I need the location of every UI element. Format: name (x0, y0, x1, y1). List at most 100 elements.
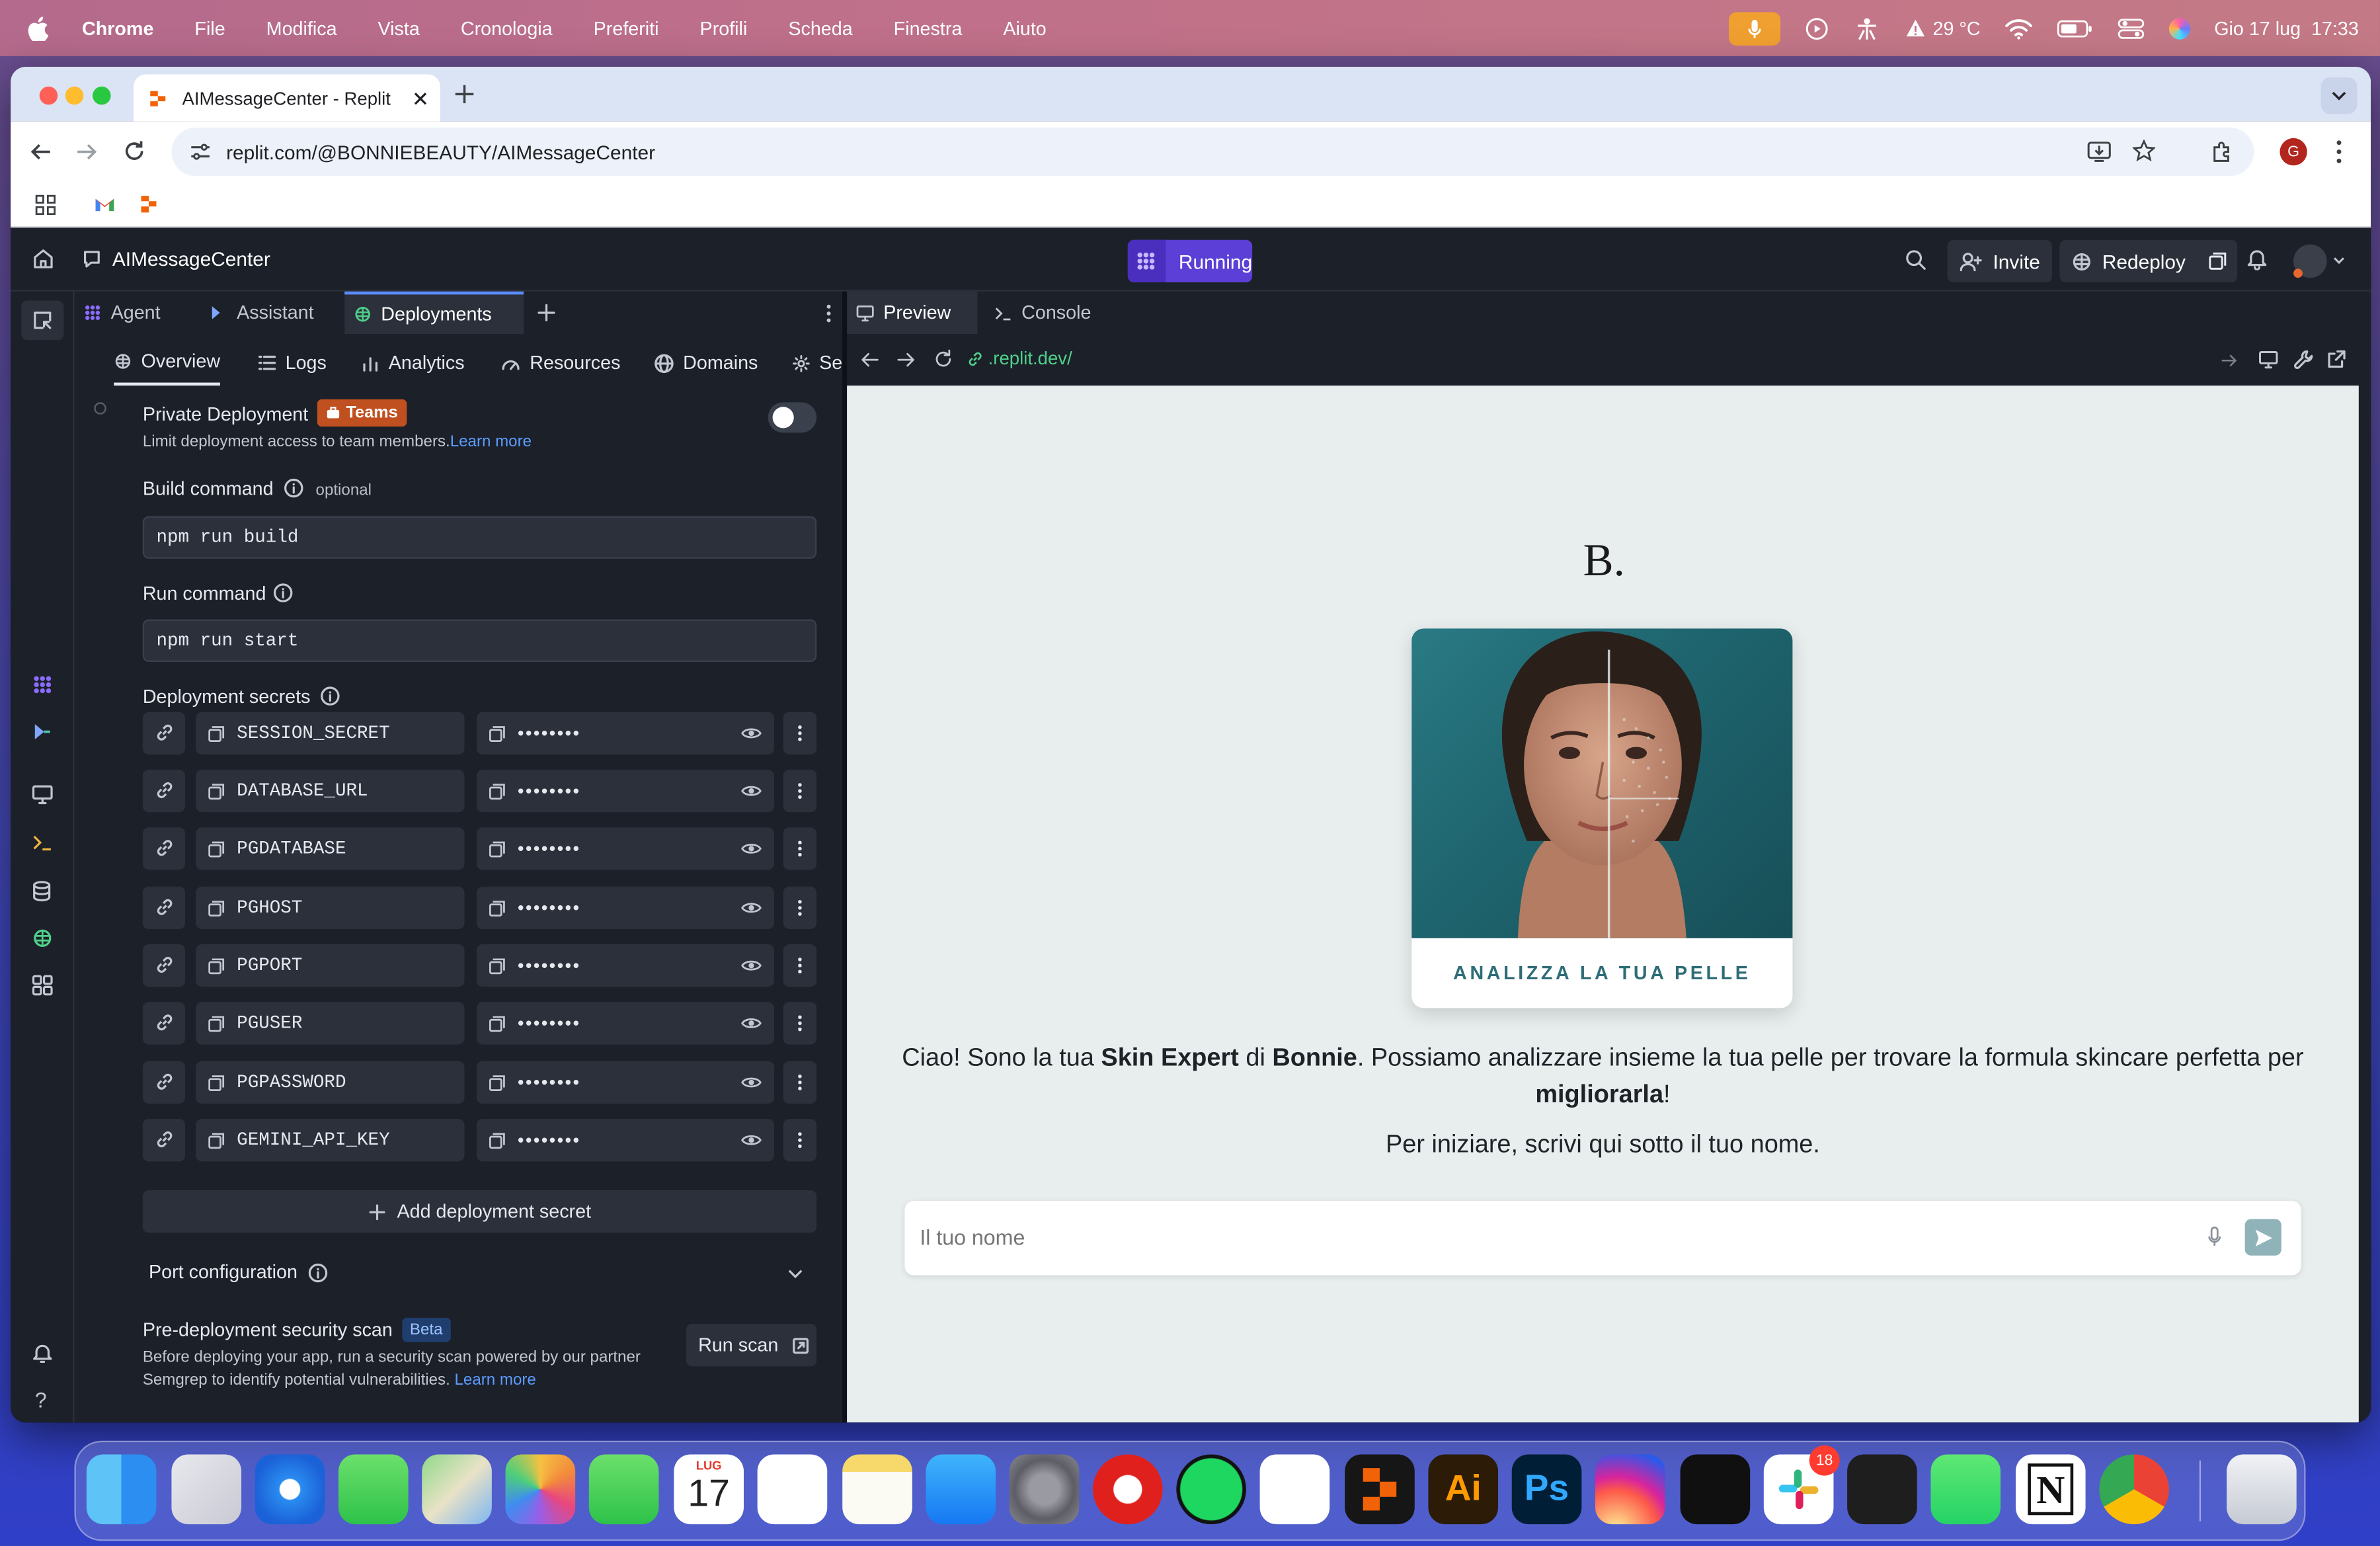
secret-key-field[interactable]: GEMINI_API_KEY (196, 1119, 465, 1162)
apps-grid-icon[interactable] (35, 194, 56, 216)
copy-key-icon[interactable] (208, 1074, 225, 1090)
threads-icon[interactable] (1680, 1454, 1751, 1525)
secret-menu-button[interactable] (783, 944, 817, 987)
help-icon[interactable]: ? (35, 1387, 47, 1412)
port-configuration-header[interactable]: Port configuration (143, 1251, 816, 1297)
all-tools-icon[interactable] (32, 975, 53, 996)
notes-icon[interactable] (842, 1454, 912, 1525)
run-status-button[interactable]: Running (1127, 239, 1253, 283)
install-app-icon[interactable] (2087, 142, 2112, 163)
copy-value-icon[interactable] (489, 1074, 505, 1090)
copy-key-icon[interactable] (208, 1132, 225, 1149)
reminders-icon[interactable] (757, 1454, 828, 1525)
subtab-overview[interactable]: Overview (114, 340, 221, 386)
link-secret-button[interactable] (142, 1119, 186, 1162)
reveal-eye-icon[interactable] (740, 841, 762, 856)
reveal-eye-icon[interactable] (740, 1016, 762, 1031)
clock-datetime[interactable]: Gio 17 lug 17:33 (2214, 17, 2359, 38)
apple-icon[interactable] (27, 16, 49, 40)
bookmark-star-icon[interactable] (2132, 140, 2156, 162)
microphone-status-icon[interactable] (1729, 11, 1781, 45)
redeploy-options-icon[interactable] (2209, 252, 2227, 270)
copy-value-icon[interactable] (489, 1132, 505, 1149)
photoshop-icon[interactable]: Ps (1511, 1454, 1582, 1525)
invite-button[interactable]: Invite (1947, 239, 2053, 283)
link-secret-button[interactable] (142, 827, 186, 870)
accessibility-icon[interactable] (1854, 16, 1881, 40)
skin-analysis-card[interactable]: ANALIZZA LA TUA PELLE (1411, 628, 1793, 1008)
menu-file[interactable]: File (194, 17, 225, 38)
deployments-tool-icon[interactable] (32, 928, 53, 949)
chrome-menu-icon[interactable] (2336, 140, 2342, 164)
copy-key-icon[interactable] (208, 840, 225, 857)
reload-icon[interactable] (123, 140, 145, 162)
preview-back-icon[interactable] (861, 350, 879, 369)
copy-key-icon[interactable] (208, 725, 225, 741)
calendar-icon[interactable]: LUG 17 (674, 1454, 744, 1525)
replit-icon[interactable] (1345, 1454, 1415, 1525)
database-tool-icon[interactable] (32, 881, 52, 902)
forward-arrow-icon[interactable] (76, 142, 97, 163)
system-settings-icon[interactable] (1009, 1454, 1080, 1525)
secret-value-field[interactable]: •••••••• (476, 1002, 774, 1045)
secret-key-field[interactable]: DATABASE_URL (196, 770, 465, 813)
trash-icon[interactable] (2227, 1454, 2297, 1525)
port-configuration-chevron-down-icon[interactable] (788, 1269, 803, 1279)
copy-value-icon[interactable] (489, 840, 505, 857)
reveal-eye-icon[interactable] (740, 958, 762, 973)
home-icon[interactable] (32, 247, 54, 270)
subtab-domains[interactable]: Domains (654, 340, 758, 386)
secret-key-field[interactable]: PGPASSWORD (196, 1061, 465, 1104)
copy-key-icon[interactable] (208, 1015, 225, 1032)
secret-menu-button[interactable] (783, 712, 817, 755)
copy-value-icon[interactable] (489, 957, 505, 974)
site-info-icon[interactable] (190, 143, 211, 161)
menu-preferiti[interactable]: Preferiti (594, 17, 659, 38)
extensions-puzzle-icon[interactable] (2210, 140, 2235, 164)
finder-icon[interactable] (86, 1454, 157, 1525)
close-window-button[interactable] (39, 86, 58, 105)
minimize-window-button[interactable] (65, 86, 84, 105)
browser-tab-active[interactable]: AIMessageCenter - Replit (134, 74, 440, 122)
slack-icon[interactable]: 18 (1763, 1445, 1840, 1525)
menu-aiuto[interactable]: Aiuto (1003, 17, 1046, 38)
notifications-bell-icon[interactable] (2246, 247, 2268, 270)
new-tab-button[interactable] (454, 83, 475, 104)
link-secret-button[interactable] (142, 886, 186, 930)
menu-chrome[interactable]: Chrome (82, 17, 153, 38)
preview-url-field[interactable]: .replit.dev/ (967, 348, 1072, 369)
copy-value-icon[interactable] (489, 783, 505, 799)
menu-cronologia[interactable]: Cronologia (461, 17, 553, 38)
menu-profili[interactable]: Profili (700, 17, 748, 38)
pane-tab-preview[interactable]: Preview (847, 291, 978, 335)
preview-reload-icon[interactable] (933, 349, 953, 369)
pane-tab-deployments[interactable]: Deployments (344, 291, 524, 335)
figma-icon[interactable] (1847, 1454, 1917, 1525)
subtab-analytics[interactable]: Analytics (361, 340, 465, 386)
link-secret-button[interactable] (142, 1002, 186, 1045)
files-icon[interactable] (21, 300, 64, 341)
control-center-icon[interactable] (2117, 17, 2144, 38)
pane-resize-handle[interactable] (842, 291, 848, 1423)
secret-key-field[interactable]: PGHOST (196, 886, 465, 930)
secret-menu-button[interactable] (783, 770, 817, 813)
menu-scheda[interactable]: Scheda (788, 17, 852, 38)
pane-tab-agent[interactable]: Agent (83, 292, 161, 334)
menu-modifica[interactable]: Modifica (266, 17, 337, 38)
secret-menu-button[interactable] (783, 1119, 817, 1162)
alerts-icon[interactable] (32, 1342, 53, 1363)
project-name[interactable]: AIMessageCenter (112, 247, 270, 270)
preview-forward-icon[interactable] (897, 350, 916, 369)
secret-menu-button[interactable] (783, 827, 817, 870)
run-command-info-icon[interactable] (273, 583, 293, 603)
battery-icon[interactable] (2056, 19, 2092, 38)
copy-key-icon[interactable] (208, 899, 225, 916)
add-deployment-secret-button[interactable]: Add deployment secret (142, 1190, 817, 1233)
secret-value-field[interactable]: •••••••• (476, 944, 774, 987)
reveal-eye-icon[interactable] (740, 784, 762, 799)
open-new-tab-icon[interactable] (2327, 349, 2347, 369)
weather-warning[interactable]: 29 °C (1905, 17, 1981, 39)
secret-value-field[interactable]: •••••••• (476, 1061, 774, 1104)
secret-value-field[interactable]: •••••••• (476, 712, 774, 755)
secret-value-field[interactable]: •••••••• (476, 827, 774, 870)
